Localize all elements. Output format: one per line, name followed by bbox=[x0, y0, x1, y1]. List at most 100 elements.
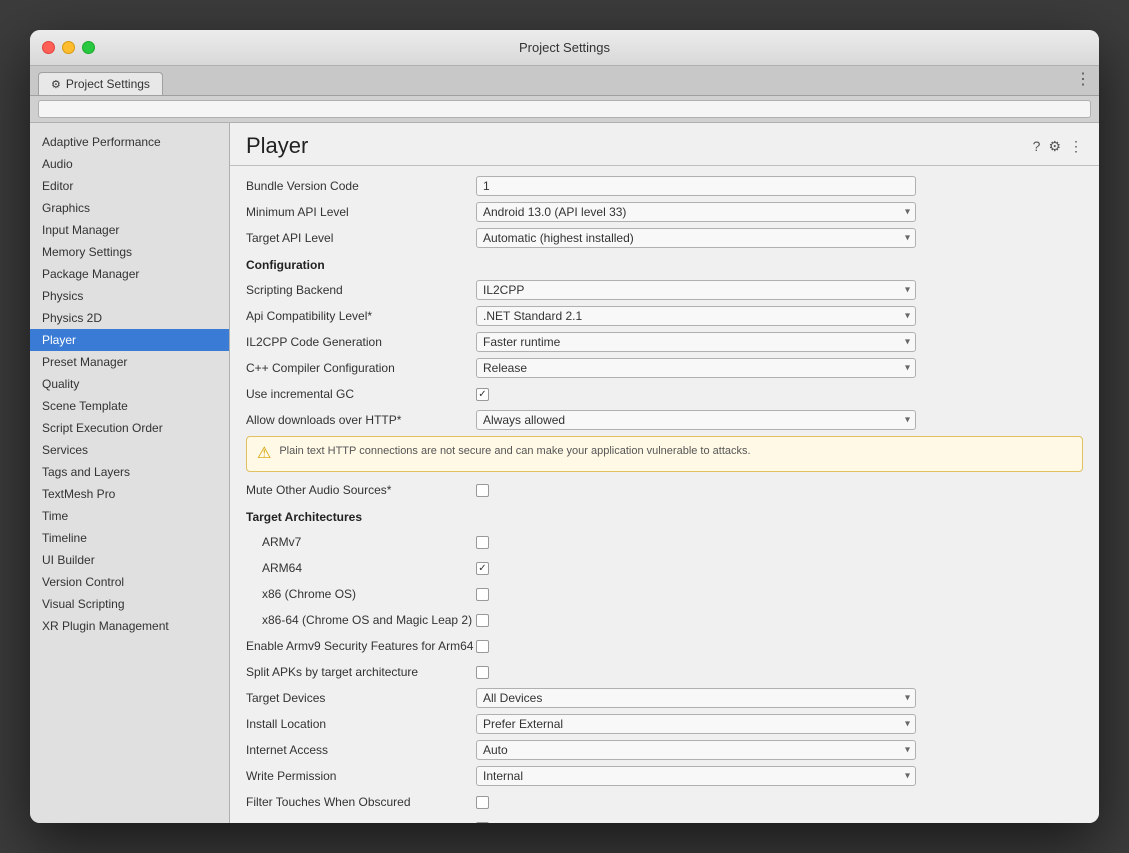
api-compat-dropdown[interactable]: .NET Standard 2.1 bbox=[476, 306, 916, 326]
sidebar-item-textmesh-pro[interactable]: TextMesh Pro bbox=[30, 483, 229, 505]
armv9-security-row: Enable Armv9 Security Features for Arm64 bbox=[246, 634, 1083, 658]
filter-touches-checkbox[interactable] bbox=[476, 796, 489, 809]
write-permission-value: Internal bbox=[476, 766, 916, 786]
sidebar-item-version-control[interactable]: Version Control bbox=[30, 571, 229, 593]
armv7-row: ARMv7 bbox=[246, 530, 1083, 554]
mute-audio-label: Mute Other Audio Sources* bbox=[246, 483, 476, 497]
sidebar-item-preset-manager[interactable]: Preset Manager bbox=[30, 351, 229, 373]
target-devices-dropdown[interactable]: All Devices bbox=[476, 688, 916, 708]
armv7-checkbox[interactable] bbox=[476, 536, 489, 549]
search-bar bbox=[30, 96, 1099, 123]
sidebar-item-tags-and-layers[interactable]: Tags and Layers bbox=[30, 461, 229, 483]
api-compat-label: Api Compatibility Level* bbox=[246, 309, 476, 323]
search-input[interactable] bbox=[38, 100, 1091, 118]
incremental-gc-checkbox[interactable] bbox=[476, 388, 489, 401]
arm64-row: ARM64 bbox=[246, 556, 1083, 580]
split-apks-checkbox[interactable] bbox=[476, 666, 489, 679]
sidebar-item-ui-builder[interactable]: UI Builder bbox=[30, 549, 229, 571]
x86-row: x86 (Chrome OS) bbox=[246, 582, 1083, 606]
min-api-dropdown[interactable]: Android 13.0 (API level 33) bbox=[476, 202, 916, 222]
window-title: Project Settings bbox=[519, 40, 610, 55]
allow-downloads-row: Allow downloads over HTTP* Always allowe… bbox=[246, 408, 1083, 432]
sustained-perf-label: Sustained Performance Mode bbox=[246, 821, 476, 823]
cpp-compiler-label: C++ Compiler Configuration bbox=[246, 361, 476, 375]
configuration-section-row: Configuration bbox=[246, 252, 1083, 276]
bundle-version-input[interactable] bbox=[476, 176, 916, 196]
sustained-perf-checkbox[interactable] bbox=[476, 822, 489, 824]
sidebar-item-script-execution-order[interactable]: Script Execution Order bbox=[30, 417, 229, 439]
main-content: Adaptive PerformanceAudioEditorGraphicsI… bbox=[30, 123, 1099, 823]
il2cpp-codegen-dropdown[interactable]: Faster runtime bbox=[476, 332, 916, 352]
armv9-security-checkbox[interactable] bbox=[476, 640, 489, 653]
bundle-version-value bbox=[476, 176, 1083, 196]
allow-downloads-dropdown[interactable]: Always allowed bbox=[476, 410, 916, 430]
sidebar-item-services[interactable]: Services bbox=[30, 439, 229, 461]
x86-64-checkbox[interactable] bbox=[476, 614, 489, 627]
install-location-dropdown[interactable]: Prefer External bbox=[476, 714, 916, 734]
sidebar-item-quality[interactable]: Quality bbox=[30, 373, 229, 395]
sidebar-item-audio[interactable]: Audio bbox=[30, 153, 229, 175]
x86-checkbox[interactable] bbox=[476, 588, 489, 601]
settings-icon[interactable]: ⚙ bbox=[1048, 138, 1061, 155]
sidebar-item-graphics[interactable]: Graphics bbox=[30, 197, 229, 219]
target-arch-section-header: Target Architectures bbox=[246, 504, 362, 528]
close-button[interactable] bbox=[42, 41, 55, 54]
api-compat-value: .NET Standard 2.1 bbox=[476, 306, 916, 326]
sidebar-item-package-manager[interactable]: Package Manager bbox=[30, 263, 229, 285]
sidebar-item-player[interactable]: Player bbox=[30, 329, 229, 351]
incremental-gc-value bbox=[476, 388, 1083, 401]
sidebar-item-physics-2d[interactable]: Physics 2D bbox=[30, 307, 229, 329]
tab-more-icon[interactable]: ⋮ bbox=[1075, 69, 1091, 89]
target-api-row: Target API Level Automatic (highest inst… bbox=[246, 226, 1083, 250]
install-location-label: Install Location bbox=[246, 717, 476, 731]
cpp-compiler-row: C++ Compiler Configuration Release bbox=[246, 356, 1083, 380]
help-icon[interactable]: ? bbox=[1033, 138, 1041, 154]
content-header: Player ? ⚙ ⋮ bbox=[230, 123, 1099, 166]
install-location-row: Install Location Prefer External bbox=[246, 712, 1083, 736]
project-settings-tab[interactable]: ⚙ Project Settings bbox=[38, 72, 163, 95]
warning-icon: ⚠ bbox=[257, 443, 271, 463]
sidebar-item-adaptive-performance[interactable]: Adaptive Performance bbox=[30, 131, 229, 153]
internet-access-label: Internet Access bbox=[246, 743, 476, 757]
sidebar-item-timeline[interactable]: Timeline bbox=[30, 527, 229, 549]
sidebar-item-xr-plugin-management[interactable]: XR Plugin Management bbox=[30, 615, 229, 637]
bundle-version-row: Bundle Version Code bbox=[246, 174, 1083, 198]
tab-bar: ⚙ Project Settings ⋮ bbox=[30, 66, 1099, 96]
sidebar-item-memory-settings[interactable]: Memory Settings bbox=[30, 241, 229, 263]
write-permission-dropdown[interactable]: Internal bbox=[476, 766, 916, 786]
write-permission-label: Write Permission bbox=[246, 769, 476, 783]
tab-label: Project Settings bbox=[66, 77, 150, 91]
content-area: Player ? ⚙ ⋮ Bundle Version Code Mi bbox=[230, 123, 1099, 823]
internet-access-dropdown[interactable]: Auto bbox=[476, 740, 916, 760]
allow-downloads-label: Allow downloads over HTTP* bbox=[246, 413, 476, 427]
internet-access-row: Internet Access Auto bbox=[246, 738, 1083, 762]
mute-audio-checkbox[interactable] bbox=[476, 484, 489, 497]
arm64-checkbox[interactable] bbox=[476, 562, 489, 575]
scripting-backend-dropdown[interactable]: IL2CPP bbox=[476, 280, 916, 300]
sidebar-item-input-manager[interactable]: Input Manager bbox=[30, 219, 229, 241]
sidebar-item-editor[interactable]: Editor bbox=[30, 175, 229, 197]
min-api-value: Android 13.0 (API level 33) bbox=[476, 202, 916, 222]
il2cpp-codegen-row: IL2CPP Code Generation Faster runtime bbox=[246, 330, 1083, 354]
page-title: Player bbox=[246, 133, 308, 159]
more-icon[interactable]: ⋮ bbox=[1069, 138, 1083, 155]
sidebar-item-physics[interactable]: Physics bbox=[30, 285, 229, 307]
x86-64-value bbox=[476, 614, 1083, 627]
il2cpp-codegen-label: IL2CPP Code Generation bbox=[246, 335, 476, 349]
armv7-value bbox=[476, 536, 1083, 549]
sidebar-item-scene-template[interactable]: Scene Template bbox=[30, 395, 229, 417]
install-location-value: Prefer External bbox=[476, 714, 916, 734]
cpp-compiler-dropdown[interactable]: Release bbox=[476, 358, 916, 378]
minimize-button[interactable] bbox=[62, 41, 75, 54]
target-devices-row: Target Devices All Devices bbox=[246, 686, 1083, 710]
sidebar-item-visual-scripting[interactable]: Visual Scripting bbox=[30, 593, 229, 615]
sidebar: Adaptive PerformanceAudioEditorGraphicsI… bbox=[30, 123, 230, 823]
cpp-compiler-value: Release bbox=[476, 358, 916, 378]
sidebar-item-time[interactable]: Time bbox=[30, 505, 229, 527]
maximize-button[interactable] bbox=[82, 41, 95, 54]
split-apks-value bbox=[476, 666, 1083, 679]
configuration-section-header: Configuration bbox=[246, 252, 325, 276]
target-api-dropdown[interactable]: Automatic (highest installed) bbox=[476, 228, 916, 248]
x86-value bbox=[476, 588, 1083, 601]
target-api-value: Automatic (highest installed) bbox=[476, 228, 916, 248]
